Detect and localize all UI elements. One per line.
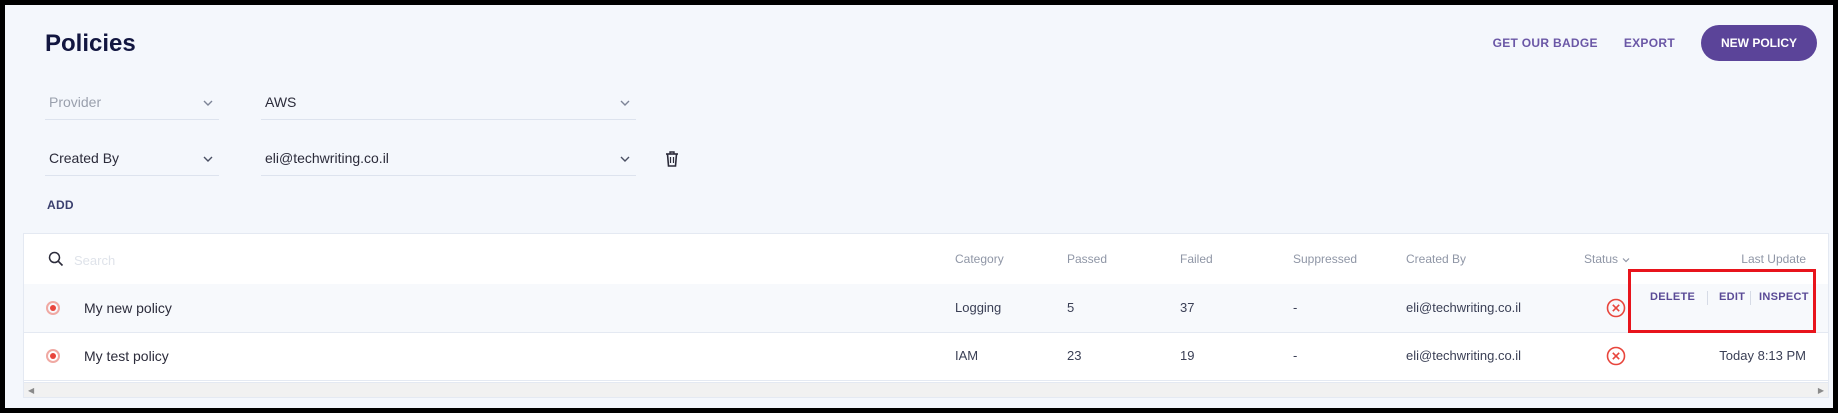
row-select-radio[interactable] xyxy=(46,349,60,363)
new-policy-button[interactable]: NEW POLICY xyxy=(1700,25,1817,61)
trash-icon[interactable] xyxy=(664,150,680,168)
created-by-value-select[interactable]: eli@techwriting.co.il xyxy=(261,142,636,176)
inspect-button[interactable]: INSPECT xyxy=(1759,291,1809,303)
error-x-icon xyxy=(1606,298,1626,318)
failed-cell: 37 xyxy=(1180,300,1195,315)
passed-cell: 23 xyxy=(1067,348,1082,363)
chevron-down-icon xyxy=(1622,257,1630,263)
provider-value-select[interactable]: AWS xyxy=(261,86,636,120)
provider-value: AWS xyxy=(265,94,297,110)
column-header-passed[interactable]: Passed xyxy=(1067,252,1107,266)
scroll-right-arrow-icon[interactable]: ▶ xyxy=(1818,386,1824,395)
row-select-radio[interactable] xyxy=(46,301,60,315)
scroll-left-arrow-icon[interactable]: ◀ xyxy=(28,386,34,395)
suppressed-cell: - xyxy=(1293,348,1298,363)
table-row[interactable]: My new policy Logging 5 37 - eli@techwri… xyxy=(24,284,1828,333)
policy-name[interactable]: My new policy xyxy=(84,300,172,316)
created-by-value: eli@techwriting.co.il xyxy=(265,150,389,166)
horizontal-scrollbar[interactable]: ◀ ▶ xyxy=(24,382,1828,397)
column-header-status[interactable]: Status xyxy=(1584,252,1631,266)
category-cell: Logging xyxy=(955,300,1002,315)
category-cell: IAM xyxy=(955,348,979,363)
column-header-suppressed[interactable]: Suppressed xyxy=(1293,252,1357,266)
table-row[interactable]: My test policy IAM 23 19 - eli@techwriti… xyxy=(24,332,1828,381)
chevron-down-icon xyxy=(203,100,213,106)
header-actions: GET OUR BADGE EXPORT NEW POLICY xyxy=(1493,25,1817,61)
page-title: Policies xyxy=(45,30,136,57)
chevron-down-icon xyxy=(620,100,630,106)
created-by-field: Created By xyxy=(49,150,120,166)
export-button[interactable]: EXPORT xyxy=(1624,36,1675,50)
error-x-icon xyxy=(1606,346,1626,366)
created-by-cell: eli@techwriting.co.il xyxy=(1406,348,1522,363)
policy-name[interactable]: My test policy xyxy=(84,348,169,364)
suppressed-cell: - xyxy=(1293,300,1298,315)
column-header-last-update[interactable]: Last Update xyxy=(1741,252,1806,266)
created-by-cell: eli@techwriting.co.il xyxy=(1406,300,1522,315)
column-header-failed[interactable]: Failed xyxy=(1180,252,1213,266)
policies-table: Category Passed Failed Suppressed Create… xyxy=(23,233,1829,398)
get-badge-button[interactable]: GET OUR BADGE xyxy=(1493,36,1598,50)
chevron-down-icon xyxy=(203,156,213,162)
app-frame: Policies GET OUR BADGE EXPORT NEW POLICY… xyxy=(0,0,1838,413)
row-actions-highlight: DELETE EDIT INSPECT xyxy=(1628,269,1816,333)
passed-cell: 5 xyxy=(1067,300,1075,315)
failed-cell: 19 xyxy=(1180,348,1195,363)
divider xyxy=(1707,291,1708,305)
created-by-field-select[interactable]: Created By xyxy=(45,142,219,176)
column-header-created-by[interactable]: Created By xyxy=(1406,252,1466,266)
column-header-category[interactable]: Category xyxy=(955,252,1004,266)
add-filter-button[interactable]: ADD xyxy=(47,198,74,212)
provider-field-select[interactable]: Provider xyxy=(45,86,219,120)
search-input[interactable] xyxy=(72,246,376,274)
chevron-down-icon xyxy=(620,156,630,162)
delete-button[interactable]: DELETE xyxy=(1650,291,1695,303)
last-update-cell: Today 8:13 PM xyxy=(1719,348,1806,363)
search-icon xyxy=(48,251,64,267)
edit-button[interactable]: EDIT xyxy=(1719,291,1745,303)
table-header: Category Passed Failed Suppressed Create… xyxy=(24,234,1828,285)
status-header-label: Status xyxy=(1584,252,1619,266)
divider xyxy=(1750,291,1751,305)
provider-field-placeholder: Provider xyxy=(49,94,102,110)
